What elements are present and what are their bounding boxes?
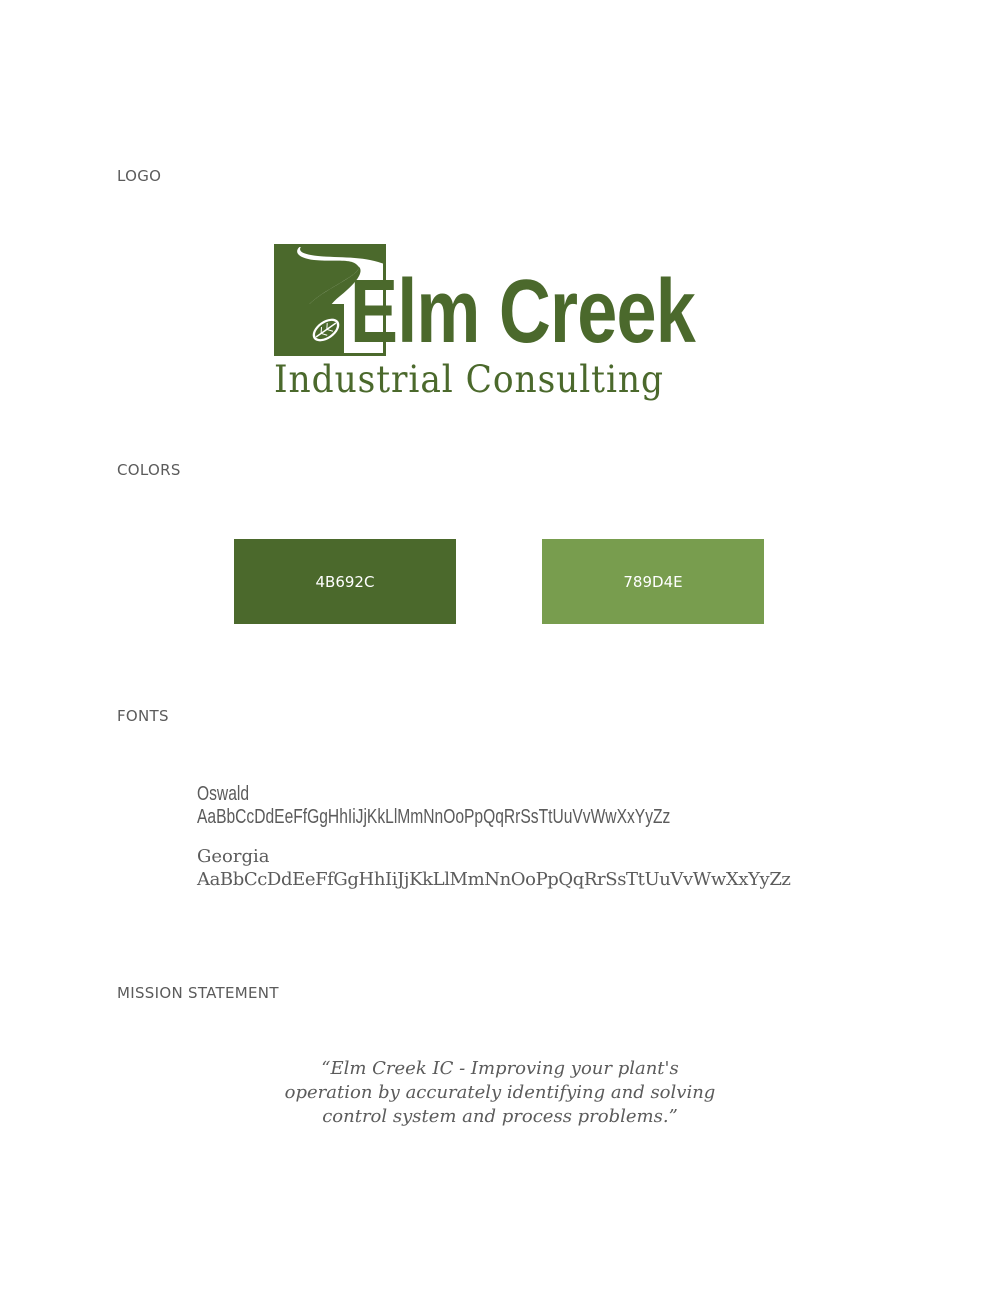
font-name: Oswald [197, 783, 250, 805]
mission-statement: “Elm Creek IC - Improving your plant's o… [250, 1057, 750, 1129]
logo-subtitle: Industrial Consulting [274, 358, 664, 401]
font-sample-oswald: Oswald AaBbCcDdEeFfGgHhIiJjKkLlMmNnOoPpQ… [197, 783, 804, 829]
color-swatch-label: 4B692C [315, 572, 375, 591]
font-name: Georgia [197, 846, 270, 867]
section-label-fonts: FONTS [117, 707, 169, 725]
font-alphabet: AaBbCcDdEeFfGgHhIiJjKkLlMmNnOoPpQqRrSsTt… [197, 869, 791, 890]
logo-title: Elm Creek [350, 262, 696, 362]
section-label-colors: COLORS [117, 461, 181, 479]
mission-line: operation by accurately identifying and … [284, 1082, 716, 1103]
font-sample-georgia: Georgia AaBbCcDdEeFfGgHhIiJjKkLlMmNnOoPp… [197, 845, 791, 891]
mission-line: “Elm Creek IC - Improving your plant's [321, 1058, 679, 1079]
brand-logo: Elm Creek Industrial Consulting [274, 244, 734, 414]
color-swatch-label: 789D4E [623, 572, 683, 591]
color-swatch-secondary: 789D4E [542, 539, 764, 624]
section-label-mission: MISSION STATEMENT [117, 984, 279, 1002]
section-label-logo: LOGO [117, 167, 162, 185]
mission-line: control system and process problems.” [322, 1106, 678, 1127]
color-swatch-primary: 4B692C [234, 539, 456, 624]
font-alphabet: AaBbCcDdEeFfGgHhIiJjKkLlMmNnOoPpQqRrSsTt… [197, 806, 671, 828]
